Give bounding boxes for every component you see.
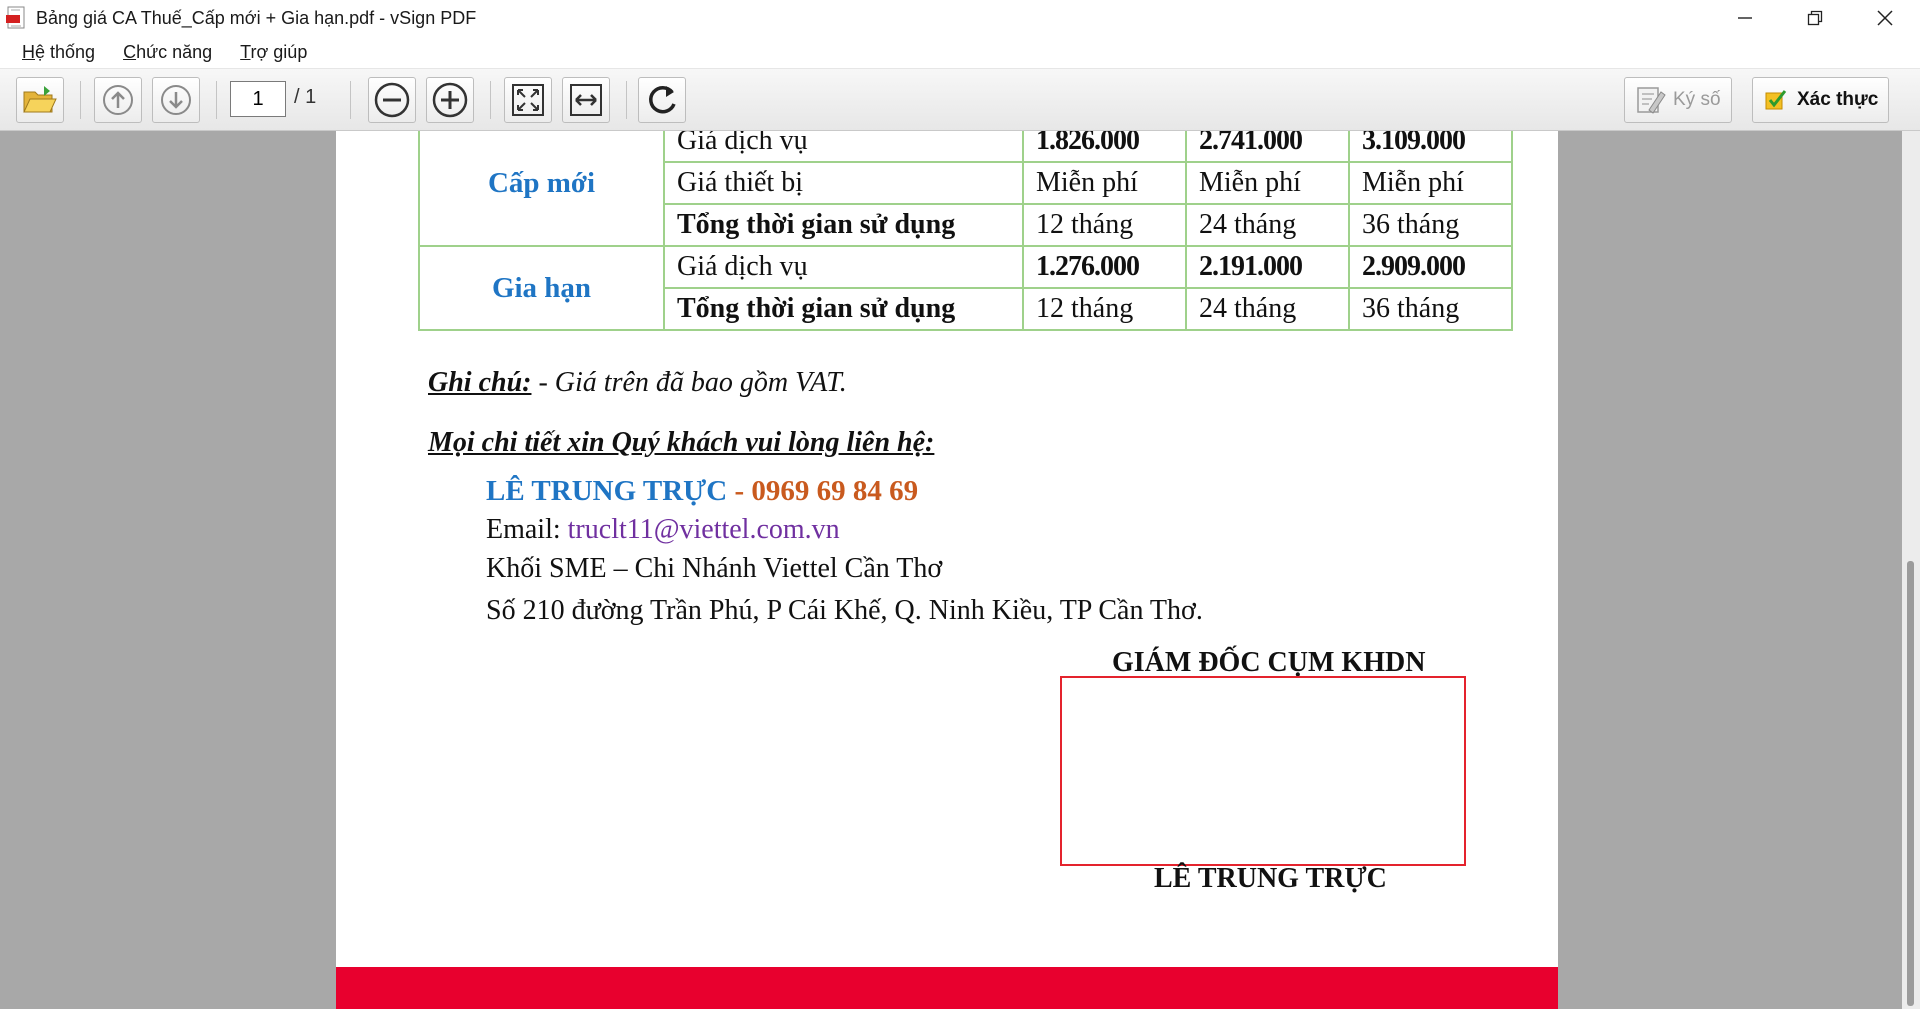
fit-page-button[interactable] bbox=[504, 77, 552, 123]
table-cell: Miễn phí bbox=[1185, 161, 1350, 205]
open-folder-icon bbox=[23, 86, 57, 113]
contact-phone: 0969 69 84 69 bbox=[751, 475, 919, 507]
signature-box[interactable] bbox=[1060, 676, 1466, 866]
toolbar-separator bbox=[350, 81, 351, 119]
email-link[interactable]: truclt11@viettel.com.vn bbox=[568, 514, 840, 545]
verify-button[interactable]: Xác thực bbox=[1752, 77, 1890, 123]
organization: Khối SME – Chi Nhánh Viettel Cần Thơ bbox=[486, 553, 943, 584]
arrow-up-circle-icon bbox=[103, 85, 133, 115]
menu-he-thong[interactable]: Hệ thống bbox=[22, 42, 95, 63]
menu-tro-giup[interactable]: Trợ giúp bbox=[240, 42, 307, 63]
table-cell: Giá dịch vụ bbox=[663, 245, 1024, 289]
page-total: / 1 bbox=[294, 86, 317, 108]
table-cell: 24 tháng bbox=[1185, 287, 1350, 331]
email-line: Email: truclt11@viettel.com.vn bbox=[486, 514, 840, 546]
vertical-scrollbar[interactable] bbox=[1902, 131, 1920, 1009]
note-line: Ghi chú: - Giá trên đã bao gồm VAT. bbox=[428, 367, 847, 399]
table-cell: 1.826.000 bbox=[1022, 131, 1187, 163]
toolbar-separator bbox=[216, 81, 217, 119]
sign-label: Ký số bbox=[1673, 89, 1721, 110]
menu-bar: Hệ thống Chức năng Trợ giúp bbox=[0, 36, 1920, 69]
scrollbar-thumb[interactable] bbox=[1907, 561, 1914, 1006]
table-row: Gia hạn Giá dịch vụ 1.276.000 2.191.000 … bbox=[418, 245, 1513, 331]
price-table: Cấp mới Giá dịch vụ 1.826.000 2.741.000 … bbox=[418, 131, 1513, 331]
toolbar-separator bbox=[490, 81, 491, 119]
table-cell: Giá dịch vụ bbox=[663, 131, 1024, 163]
arrow-down-circle-icon bbox=[161, 85, 191, 115]
table-cell: 2.741.000 bbox=[1185, 131, 1350, 163]
table-cell: 1.276.000 bbox=[1022, 245, 1187, 289]
toolbar: / 1 Ký số bbox=[0, 69, 1920, 131]
sign-document-icon bbox=[1637, 87, 1666, 114]
table-cell: 3.109.000 bbox=[1348, 131, 1513, 163]
signer-title: GIÁM ĐỐC CỤM KHDN bbox=[1112, 647, 1426, 678]
zoom-in-button[interactable] bbox=[426, 77, 474, 123]
email-label: Email: bbox=[486, 514, 568, 545]
table-cell: 2.191.000 bbox=[1185, 245, 1350, 289]
restore-icon bbox=[1807, 10, 1823, 26]
zoom-out-icon bbox=[374, 82, 410, 118]
contact-name: LÊ TRUNG TRỰC bbox=[486, 475, 728, 507]
footer-bar bbox=[336, 967, 1558, 1009]
sign-button[interactable]: Ký số bbox=[1624, 77, 1732, 123]
title-bar: Bảng giá CA Thuế_Cấp mới + Gia hạn.pdf -… bbox=[0, 0, 1920, 36]
zoom-in-icon bbox=[432, 82, 468, 118]
pdf-page: Cấp mới Giá dịch vụ 1.826.000 2.741.000 … bbox=[336, 131, 1558, 1009]
table-row: Cấp mới Giá dịch vụ 1.826.000 2.741.000 … bbox=[418, 131, 1513, 247]
address: Số 210 đường Trần Phú, P Cái Khế, Q. Nin… bbox=[486, 595, 1203, 626]
table-cell: Tổng thời gian sử dụng bbox=[663, 203, 1024, 247]
note-text: - Giá trên đã bao gồm VAT. bbox=[531, 367, 847, 398]
minimize-icon bbox=[1738, 17, 1752, 19]
rotate-icon bbox=[649, 85, 676, 114]
close-icon bbox=[1877, 10, 1893, 26]
toolbar-separator bbox=[626, 81, 627, 119]
table-cell: 2.909.000 bbox=[1348, 245, 1513, 289]
window-title: Bảng giá CA Thuế_Cấp mới + Gia hạn.pdf -… bbox=[36, 7, 477, 28]
next-page-button[interactable] bbox=[152, 77, 200, 123]
page-number-input[interactable] bbox=[230, 81, 286, 117]
pdf-file-icon bbox=[6, 6, 28, 30]
table-cell: 12 tháng bbox=[1022, 203, 1187, 247]
open-file-button[interactable] bbox=[16, 77, 64, 123]
previous-page-button[interactable] bbox=[94, 77, 142, 123]
fit-page-icon bbox=[512, 84, 544, 116]
document-viewer[interactable]: Cấp mới Giá dịch vụ 1.826.000 2.741.000 … bbox=[0, 131, 1920, 1009]
group-cap-moi: Cấp mới bbox=[418, 131, 665, 247]
table-cell: 36 tháng bbox=[1348, 203, 1513, 247]
verify-label: Xác thực bbox=[1797, 89, 1879, 110]
table-cell: Tổng thời gian sử dụng bbox=[663, 287, 1024, 331]
checkmark-icon bbox=[1765, 90, 1787, 110]
fit-width-button[interactable] bbox=[562, 77, 610, 123]
table-cell: 24 tháng bbox=[1185, 203, 1350, 247]
minimize-button[interactable] bbox=[1710, 0, 1780, 36]
contact-heading: Mọi chi tiết xin Quý khách vui lòng liên… bbox=[428, 427, 935, 458]
note-label: Ghi chú: bbox=[428, 367, 532, 398]
fit-width-icon bbox=[570, 84, 602, 116]
group-gia-han: Gia hạn bbox=[418, 245, 665, 331]
contact-name-line: LÊ TRUNG TRỰC - 0969 69 84 69 bbox=[486, 475, 918, 508]
rotate-button[interactable] bbox=[638, 77, 686, 123]
table-cell: 12 tháng bbox=[1022, 287, 1187, 331]
restore-button[interactable] bbox=[1780, 0, 1850, 36]
toolbar-separator bbox=[80, 81, 81, 119]
table-cell: Giá thiết bị bbox=[663, 161, 1024, 205]
signer-name: LÊ TRUNG TRỰC bbox=[1154, 863, 1387, 894]
table-cell: 36 tháng bbox=[1348, 287, 1513, 331]
table-cell: Miễn phí bbox=[1022, 161, 1187, 205]
table-cell: Miễn phí bbox=[1348, 161, 1513, 205]
zoom-out-button[interactable] bbox=[368, 77, 416, 123]
menu-chuc-nang[interactable]: Chức năng bbox=[123, 42, 212, 63]
close-button[interactable] bbox=[1850, 0, 1920, 36]
contact-dash: - bbox=[727, 475, 752, 507]
